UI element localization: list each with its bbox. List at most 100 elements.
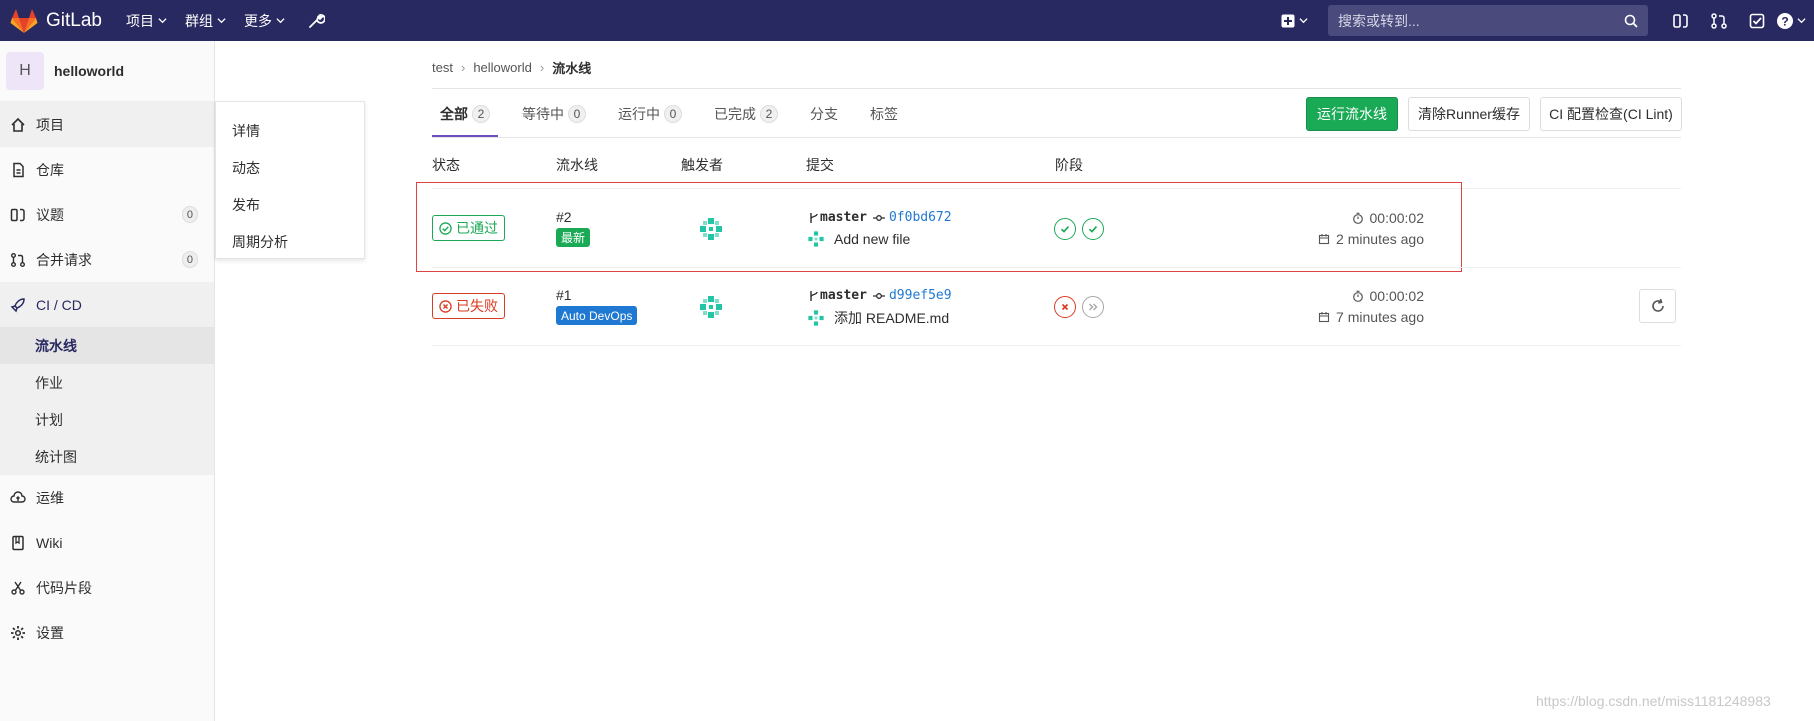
tab-count-badge: 0 — [664, 105, 682, 123]
time-ago-text: 7 minutes ago — [1336, 309, 1424, 325]
tab-label: 标签 — [870, 106, 898, 122]
sidebar-item-label: 议题 — [36, 206, 64, 223]
flyout-item-releases[interactable]: 发布 — [216, 186, 364, 223]
commit-title-link[interactable]: 添加 README.md — [834, 308, 949, 328]
sidebar-item-issues[interactable]: 议题 0 — [0, 192, 214, 237]
project-flyout-menu: 详情 动态 发布 周期分析 — [215, 101, 365, 259]
tab-running[interactable]: 运行中 0 — [610, 91, 690, 137]
sidebar-item-repository[interactable]: 仓库 — [0, 147, 214, 192]
breadcrumb-current[interactable]: 流水线 — [552, 58, 591, 77]
issues-icon — [10, 208, 25, 221]
tab-label: 等待中 — [522, 106, 564, 122]
merge-request-icon[interactable] — [1710, 12, 1728, 30]
rocket-icon — [10, 297, 25, 312]
sidebar-subitem-jobs[interactable]: 作业 — [0, 364, 214, 401]
sidebar-item-wiki[interactable]: Wiki — [0, 520, 214, 565]
nav-groups-label: 群组 — [184, 12, 213, 29]
search-box — [1328, 5, 1648, 36]
header-status: 状态 — [432, 157, 460, 173]
commit-sha-link[interactable]: d99ef5e9 — [889, 288, 952, 303]
retry-icon — [1651, 298, 1664, 312]
timer-icon — [1352, 290, 1363, 302]
tab-all[interactable]: 全部 2 — [432, 91, 498, 137]
project-name: helloworld — [54, 63, 124, 79]
retry-button[interactable] — [1639, 289, 1676, 323]
sidebar-item-operations[interactable]: 运维 — [0, 475, 214, 520]
author-avatar[interactable] — [807, 309, 825, 327]
tab-count-badge: 2 — [760, 105, 778, 123]
issues-icon[interactable] — [1672, 12, 1690, 30]
clear-runner-cache-button[interactable]: 清除Runner缓存 — [1408, 97, 1530, 131]
pipeline-duration: 00:00:02 — [1284, 288, 1424, 304]
branch-icon — [810, 290, 818, 301]
sidebar-item-ci-cd[interactable]: CI / CD — [0, 282, 214, 327]
close-icon — [1061, 303, 1069, 311]
commit-icon — [872, 292, 885, 299]
doc-icon — [13, 162, 24, 177]
chevron-down-icon — [217, 18, 226, 24]
header-pipeline: 流水线 — [556, 157, 598, 173]
run-pipeline-button[interactable]: 运行流水线 — [1306, 97, 1398, 131]
pipeline-id-link[interactable]: #1 — [556, 287, 572, 303]
tab-branches[interactable]: 分支 — [802, 91, 846, 137]
issues-count: 0 — [181, 206, 198, 223]
sidebar-item-settings[interactable]: 设置 — [0, 610, 214, 655]
chevron-right-icon: › — [539, 60, 545, 75]
sidebar-project-header[interactable]: H helloworld — [0, 41, 214, 102]
tab-pending[interactable]: 等待中 0 — [514, 91, 594, 137]
book-icon — [12, 535, 24, 550]
chevron-down-icon — [158, 18, 167, 24]
new-item-dropdown[interactable] — [1281, 14, 1308, 28]
nav-more-dropdown[interactable]: 更多 — [244, 11, 285, 31]
tab-label: 运行中 — [618, 106, 660, 122]
sidebar-item-label: 代码片段 — [36, 579, 92, 596]
nav-groups-dropdown[interactable]: 群组 — [185, 11, 226, 31]
stage-skipped[interactable] — [1082, 296, 1104, 318]
todo-icon[interactable] — [1748, 12, 1766, 30]
wrench-icon[interactable] — [307, 12, 325, 30]
tab-tags[interactable]: 标签 — [862, 91, 906, 137]
chevron-down-icon — [1299, 18, 1308, 24]
sidebar-subitem-charts[interactable]: 统计图 — [0, 438, 214, 475]
ci-lint-button[interactable]: CI 配置检查(CI Lint) — [1540, 97, 1682, 131]
top-navbar: GitLab 项目 群组 更多 搜索或转到... ? — [0, 0, 1814, 41]
divider — [432, 88, 1681, 89]
header-commit: 提交 — [806, 157, 834, 173]
breadcrumb: test › helloworld › 流水线 — [432, 58, 591, 77]
search-icon[interactable] — [1624, 14, 1638, 28]
chevron-down-icon — [1797, 18, 1806, 24]
breadcrumb-project[interactable]: helloworld — [473, 60, 532, 75]
stage-failed[interactable] — [1054, 296, 1076, 318]
project-sidebar: H helloworld 项目 仓库 议题 0 合并请求 0 CI / CD 流… — [0, 41, 215, 721]
sidebar-subitem-pipelines[interactable]: 流水线 — [0, 327, 214, 364]
annotation-highlight-box — [416, 182, 1462, 272]
header-triggerer: 触发者 — [681, 157, 723, 173]
flyout-item-cycle-analytics[interactable]: 周期分析 — [216, 223, 364, 260]
sidebar-item-snippets[interactable]: 代码片段 — [0, 565, 214, 610]
sidebar-item-project[interactable]: 项目 — [0, 102, 214, 147]
triggerer-avatar[interactable] — [698, 294, 724, 320]
nav-projects-dropdown[interactable]: 项目 — [126, 11, 167, 31]
status-label: 已失败 — [456, 298, 498, 314]
breadcrumb-group[interactable]: test — [432, 60, 453, 75]
tab-finished[interactable]: 已完成 2 — [706, 91, 786, 137]
tab-label: 已完成 — [714, 106, 756, 122]
watermark-text: https://blog.csdn.net/miss1181248983 — [1536, 693, 1771, 709]
sidebar-item-label: 仓库 — [36, 161, 64, 178]
sidebar-item-merge-requests[interactable]: 合并请求 0 — [0, 237, 214, 282]
search-input[interactable] — [1338, 12, 1624, 29]
sidebar-subitem-schedules[interactable]: 计划 — [0, 401, 214, 438]
flyout-item-details[interactable]: 详情 — [216, 112, 364, 149]
branch-link[interactable]: master — [820, 288, 867, 303]
gitlab-logo[interactable]: GitLab — [10, 8, 102, 34]
calendar-icon — [1318, 312, 1330, 323]
tanuki-icon — [10, 8, 38, 33]
flyout-item-activity[interactable]: 动态 — [216, 149, 364, 186]
chevron-down-icon — [276, 18, 285, 24]
help-dropdown[interactable]: ? — [1776, 12, 1806, 30]
chevron-right-icon: › — [460, 60, 466, 75]
sidebar-item-label: Wiki — [36, 534, 63, 551]
tab-label: 分支 — [810, 106, 838, 122]
plus-square-icon — [1281, 14, 1295, 27]
status-badge-failed[interactable]: 已失败 — [432, 293, 505, 319]
